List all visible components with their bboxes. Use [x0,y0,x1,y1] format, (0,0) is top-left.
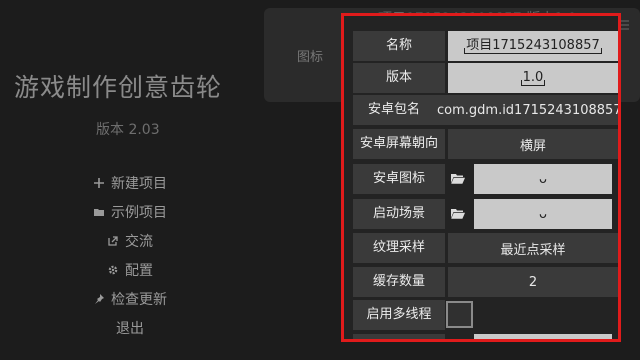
menu-label: 交流 [125,233,153,250]
cache-count-value: 2 [528,274,538,290]
android-icon-field[interactable]: ᴗ [474,164,612,194]
project-icon-label: 图标 [297,50,324,65]
menu-label: 新建项目 [111,175,167,192]
plus-icon [93,177,105,189]
multithread-checkbox[interactable] [446,301,473,328]
start-scene-field[interactable]: ᴗ [474,199,612,229]
package-label: 安卓包名 [353,95,435,125]
package-value: com.gdm.id1715243108857 [437,102,621,118]
android-icon-browse-button[interactable] [445,164,471,194]
multithread-label: 启用多线程 [353,300,445,330]
gear-icon [107,264,119,276]
external-link-icon [107,235,119,247]
menu-label: 退出 [116,320,144,337]
package-field[interactable]: com.gdm.id1715243108857 [435,95,621,125]
name-field[interactable]: 项目1715243108857 [448,31,618,61]
swap-icon [450,340,466,343]
orientation-label: 安卓屏幕朝向 [353,129,445,159]
row-cache-count: 缓存数量 2 [353,267,618,297]
row-android-icon: 安卓图标 ᴗ [353,164,612,194]
android-icon-label: 安卓图标 [353,164,445,194]
texture-sampling-value: 最近点采样 [500,242,566,258]
menu-item-new-project[interactable]: 新建项目 [0,168,260,197]
version-field[interactable]: 1.0 [448,63,618,93]
float-precision-label: 浮点数精度 [353,334,445,339]
android-icon-value: ᴗ [539,171,547,187]
app-title: 游戏制作创意齿轮 [14,73,223,102]
menu-label: 示例项目 [111,204,167,221]
float-precision-field[interactable] [474,334,612,339]
app-version: 版本 2.03 [96,122,160,138]
start-scene-value: ᴗ [539,206,547,222]
name-label: 名称 [353,31,445,61]
texture-sampling-select[interactable]: 最近点采样 [448,233,618,263]
row-package: 安卓包名 com.gdm.id1715243108857 [353,95,621,125]
cache-count-label: 缓存数量 [353,267,445,297]
menu-item-example-projects[interactable]: 示例项目 [0,197,260,226]
orientation-select[interactable]: 横屏 [448,129,618,159]
start-scene-label: 启动场景 [353,199,445,229]
menu-label: 配置 [125,262,153,279]
pin-icon [93,293,105,305]
version-label: 版本 [353,63,445,93]
menu-item-check-update[interactable]: 检查更新 [0,284,260,313]
row-float-precision: 浮点数精度 [353,334,612,343]
menu-item-settings[interactable]: 配置 [0,255,260,284]
menu-item-community[interactable]: 交流 [0,226,260,255]
texture-sampling-label: 纹理采样 [353,233,445,263]
row-multithread: 启用多线程 [353,300,473,330]
version-value: 1.0 [520,69,546,86]
home-menu: 游戏制作创意齿轮 版本 2.03 新建项目 示例项目 交流 配置 检查更新 退出 [0,0,260,360]
row-texture-sampling: 纹理采样 最近点采样 [353,233,618,263]
menu-item-exit[interactable]: 退出 [0,313,260,342]
menu-label: 检查更新 [111,291,167,308]
folder-open-icon [450,205,466,224]
folder-open-icon [450,170,466,189]
row-name: 名称 项目1715243108857 [353,31,618,61]
folder-icon [93,206,105,218]
row-orientation: 安卓屏幕朝向 横屏 [353,129,618,159]
row-start-scene: 启动场景 ᴗ [353,199,612,229]
project-settings-dialog: 名称 项目1715243108857 版本 1.0 安卓包名 com.gdm.i… [341,13,621,342]
float-precision-toggle[interactable] [445,334,471,343]
name-value: 项目1715243108857 [464,37,602,54]
cache-count-field[interactable]: 2 [448,267,618,297]
start-scene-browse-button[interactable] [445,199,471,229]
main-menu: 新建项目 示例项目 交流 配置 检查更新 退出 [0,168,260,342]
orientation-value: 横屏 [519,138,546,154]
row-version: 版本 1.0 [353,63,618,93]
